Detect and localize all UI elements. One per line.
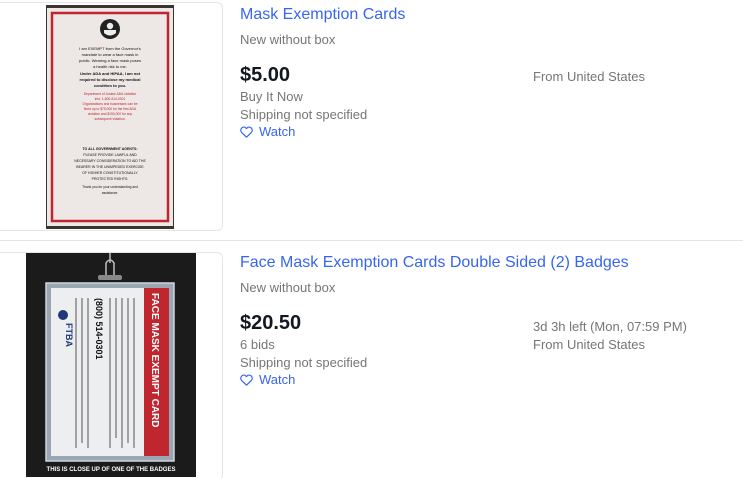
card-text-line: Under ADA and HIPAA, I am not [80, 71, 141, 76]
listing-thumbnail: FACE MASK EXEMPT CARD FTBA (800) 514-030… [26, 253, 196, 477]
listing-purchase-format: Buy It Now [240, 89, 303, 104]
watch-label: Watch [259, 372, 296, 387]
image-caption: THIS IS CLOSE UP OF ONE OF THE BADGES [47, 467, 176, 473]
listing-image-link[interactable]: FACE MASK EXEMPT CARD FTBA (800) 514-030… [0, 252, 223, 478]
card-text-line: info: 1-800-514-0301 [95, 97, 126, 101]
badge-banner-text: FACE MASK EXEMPT CARD [149, 293, 160, 427]
card-text-line: a health risk to me. [93, 64, 127, 69]
listing-location: From United States [533, 337, 645, 352]
badge-phone-text: (800) 514-0301 [94, 298, 104, 360]
card-text-line: OF HIS/HER CONSTITUTIONALLY [82, 171, 138, 175]
search-results: I am EXEMPT from the Governor's mandate … [0, 0, 743, 478]
listing-condition: New without box [240, 32, 336, 47]
card-text-line: NECESSARY CONSIDERATION TO AID THE [74, 159, 146, 163]
listing-image-link[interactable]: I am EXEMPT from the Governor's mandate … [0, 2, 223, 231]
card-text-line: required to disclose my medical [80, 77, 141, 82]
listing-location: From United States [533, 69, 645, 84]
listing-item: FACE MASK EXEMPT CARD FTBA (800) 514-030… [0, 248, 743, 478]
card-text-line: TO ALL GOVERNMENT AGENTS: [82, 147, 137, 151]
badge-logo-text: FTBA [64, 323, 74, 347]
card-text-line: Department of Justice ADA violation [84, 92, 137, 96]
card-text-line: assistance. [102, 191, 119, 195]
listing-item: I am EXEMPT from the Governor's mandate … [0, 0, 743, 232]
listing-price: $20.50 [240, 312, 302, 334]
card-text-line: BEARER IN THE UNIMPEDED EXERCISE [76, 165, 144, 169]
card-text-line: subsequent violation. [95, 117, 126, 121]
card-text-line: public. Wearing a face mask poses [79, 58, 141, 63]
watch-button[interactable]: Watch [240, 372, 295, 387]
watch-label: Watch [259, 124, 296, 139]
listing-condition: New without box [240, 280, 336, 295]
card-text-line: I am EXEMPT from the Governor's [79, 46, 141, 51]
listing-time-left: 3d 3h left (Mon, 07:59 PM) [533, 319, 687, 334]
listing-divider [0, 240, 743, 241]
listing-price: $5.00 [240, 64, 291, 86]
card-text-line: mandate to wear a face mask in [82, 52, 139, 57]
listing-shipping: Shipping not specified [240, 107, 368, 122]
watch-button[interactable]: Watch [240, 124, 295, 139]
card-text-line: violation and $150,000 for any [88, 112, 133, 116]
listing-bid-count: 6 bids [240, 337, 275, 352]
listing-shipping: Shipping not specified [240, 355, 368, 370]
card-text-line: Thank you for your understanding and [82, 185, 138, 189]
card-text-line: fined up to $75,000 for the first ADA [84, 107, 137, 111]
card-text-line: PROTECTED RIGHTS. [92, 177, 129, 181]
listing-thumbnail: I am EXEMPT from the Governor's mandate … [46, 5, 174, 229]
listing-title-link[interactable]: Face Mask Exemption Cards Double Sided (… [240, 254, 629, 272]
card-text-line: Organizations and businesses can be [83, 102, 138, 106]
heart-outline-icon [240, 125, 253, 138]
card-text-line: PLEASE PROVIDE LAWFUL AND [83, 153, 137, 157]
heart-outline-icon [240, 373, 253, 386]
listing-title-link[interactable]: Mask Exemption Cards [240, 6, 405, 24]
card-text-line: condition to you. [94, 83, 126, 88]
